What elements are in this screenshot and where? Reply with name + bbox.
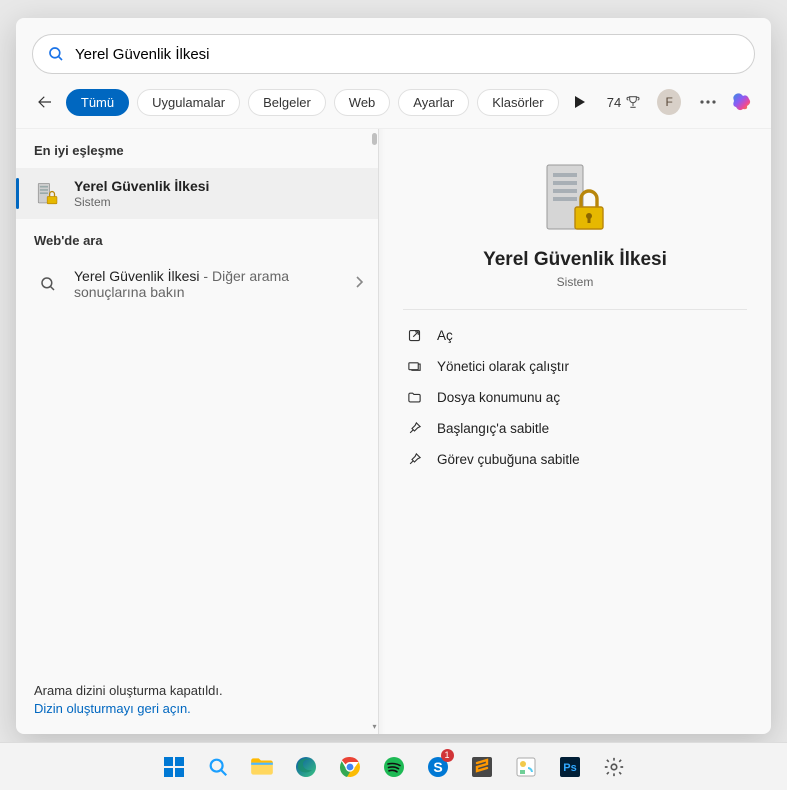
filter-folders[interactable]: Klasörler: [477, 89, 558, 116]
svg-text:S: S: [433, 759, 442, 775]
filter-row: Tümü Uygulamalar Belgeler Web Ayarlar Kl…: [16, 82, 771, 128]
search-window: Tümü Uygulamalar Belgeler Web Ayarlar Kl…: [16, 18, 771, 734]
trophy-icon: [625, 94, 641, 110]
back-button[interactable]: [32, 88, 58, 116]
copilot-icon: [730, 90, 754, 114]
best-match-header: En iyi eşleşme: [16, 129, 378, 168]
filter-docs[interactable]: Belgeler: [248, 89, 326, 116]
preview-pane: Yerel Güvenlik İlkesi Sistem Aç Yönetici…: [378, 129, 771, 734]
web-search-header: Web'de ara: [16, 219, 378, 258]
search-icon: [47, 45, 65, 63]
app-icon: [514, 755, 538, 779]
taskbar-skype[interactable]: S 1: [418, 747, 458, 787]
edge-icon: [294, 755, 318, 779]
result-subtitle: Sistem: [74, 195, 364, 209]
security-policy-icon: [34, 180, 62, 208]
best-match-item[interactable]: Yerel Güvenlik İlkesi Sistem: [16, 168, 378, 219]
action-open[interactable]: Aç: [403, 320, 747, 351]
filter-web[interactable]: Web: [334, 89, 391, 116]
taskbar-settings[interactable]: [594, 747, 634, 787]
web-search-text: Yerel Güvenlik İlkesi - Diğer arama sonu…: [74, 268, 348, 300]
action-file-location[interactable]: Dosya konumunu aç: [403, 382, 747, 413]
folder-icon: [249, 754, 275, 780]
indexing-notice: Arama dizini oluşturma kapatıldı. Dizin …: [16, 669, 378, 734]
rewards-points[interactable]: 74: [607, 94, 641, 110]
results-area: En iyi eşleşme Yerel Güvenlik İlkesi Sis…: [16, 128, 771, 734]
results-list: En iyi eşleşme Yerel Güvenlik İlkesi Sis…: [16, 129, 378, 734]
action-run-admin[interactable]: Yönetici olarak çalıştır: [403, 351, 747, 382]
more-filters-button[interactable]: [569, 90, 591, 114]
indexing-reenable-link[interactable]: Dizin oluşturmayı geri açın.: [34, 701, 360, 716]
spotify-icon: [382, 755, 406, 779]
preview-app-icon: [540, 161, 610, 237]
search-icon: [207, 756, 229, 778]
preview-title: Yerel Güvenlik İlkesi: [403, 249, 747, 271]
taskbar-spotify[interactable]: [374, 747, 414, 787]
more-options[interactable]: [695, 100, 721, 104]
divider: [403, 309, 747, 310]
taskbar-photoshop[interactable]: Ps: [550, 747, 590, 787]
filter-settings[interactable]: Ayarlar: [398, 89, 469, 116]
points-value: 74: [607, 95, 621, 110]
taskbar-edge[interactable]: [286, 747, 326, 787]
search-bar[interactable]: [32, 34, 755, 74]
filter-all[interactable]: Tümü: [66, 89, 129, 116]
copilot-button[interactable]: [729, 88, 755, 116]
photoshop-icon: Ps: [558, 755, 582, 779]
pin-icon: [405, 421, 423, 436]
dots-icon: [700, 100, 716, 104]
taskbar-search[interactable]: [198, 747, 238, 787]
skype-badge: 1: [441, 749, 454, 762]
result-title: Yerel Güvenlik İlkesi: [74, 178, 364, 194]
filter-apps[interactable]: Uygulamalar: [137, 89, 240, 116]
web-search-item[interactable]: Yerel Güvenlik İlkesi - Diğer arama sonu…: [16, 258, 378, 310]
taskbar: S 1 Ps: [0, 742, 787, 790]
open-icon: [405, 328, 423, 343]
svg-text:Ps: Ps: [563, 762, 576, 774]
play-icon: [575, 96, 585, 108]
taskbar-app[interactable]: [506, 747, 546, 787]
pin-icon: [405, 452, 423, 467]
search-input[interactable]: [75, 46, 740, 63]
windows-icon: [162, 755, 186, 779]
folder-icon: [405, 390, 423, 405]
chrome-icon: [338, 755, 362, 779]
taskbar-explorer[interactable]: [242, 747, 282, 787]
chevron-right-icon: [354, 275, 364, 294]
taskbar-chrome[interactable]: [330, 747, 370, 787]
search-icon: [34, 270, 62, 298]
start-button[interactable]: [154, 747, 194, 787]
shield-icon: [405, 359, 423, 374]
taskbar-sublime[interactable]: [462, 747, 502, 787]
sublime-icon: [470, 755, 494, 779]
action-pin-start[interactable]: Başlangıç'a sabitle: [403, 413, 747, 444]
gear-icon: [603, 756, 625, 778]
indexing-off-text: Arama dizini oluşturma kapatıldı.: [34, 683, 360, 698]
preview-subtitle: Sistem: [403, 275, 747, 289]
user-avatar[interactable]: F: [657, 89, 681, 115]
scrollbar[interactable]: ▾: [371, 129, 378, 734]
arrow-left-icon: [36, 93, 54, 111]
action-pin-taskbar[interactable]: Görev çubuğuna sabitle: [403, 444, 747, 475]
